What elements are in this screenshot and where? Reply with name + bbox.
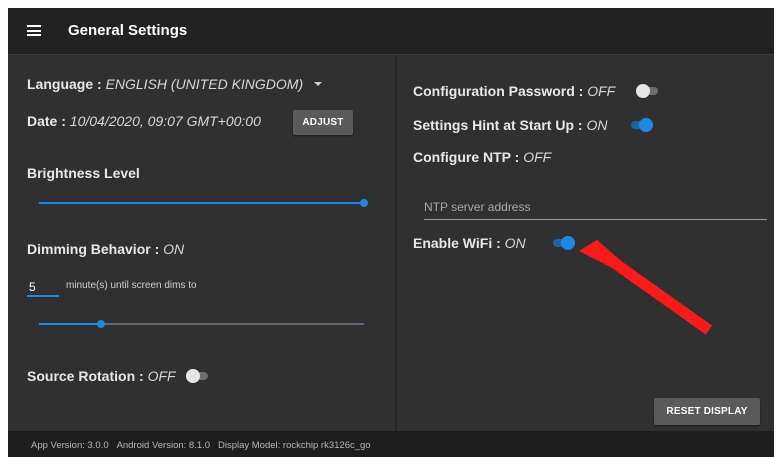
- enable-wifi-label: Enable WiFi :: [413, 235, 505, 251]
- config-password-setting: Configuration Password : OFF: [413, 83, 615, 99]
- toggle-knob: [561, 236, 575, 250]
- source-rotation-setting: Source Rotation : OFF: [27, 368, 176, 384]
- brightness-slider-thumb[interactable]: [360, 199, 368, 207]
- brightness-slider[interactable]: [39, 199, 368, 207]
- settings-hint-toggle[interactable]: [631, 118, 653, 132]
- settings-screen: General Settings Language : ENGLISH (UNI…: [8, 8, 774, 457]
- top-app-bar: General Settings: [8, 8, 774, 55]
- enable-wifi-setting: Enable WiFi : ON: [413, 235, 526, 251]
- source-rotation-toggle[interactable]: [186, 369, 208, 383]
- ntp-server-input[interactable]: NTP server address: [424, 197, 767, 220]
- dim-minutes-input[interactable]: 5: [27, 279, 59, 297]
- display-model: Display Model: rockchip rk3126c_go: [217, 440, 371, 451]
- source-rotation-label: Source Rotation :: [27, 368, 148, 384]
- dim-level-slider-fill: [39, 323, 101, 325]
- app-version: App Version: 3.0.0: [31, 440, 109, 451]
- brightness-slider-fill: [39, 202, 364, 204]
- ntp-server-placeholder: NTP server address: [424, 200, 531, 214]
- version-info: App Version: 3.0.0 Android Version: 8.1.…: [31, 440, 371, 451]
- source-rotation-value: OFF: [147, 368, 176, 384]
- left-settings-panel: Language : ENGLISH (UNITED KINGDOM) Date…: [8, 55, 395, 431]
- toggle-knob: [639, 118, 653, 132]
- enable-wifi-value: ON: [504, 235, 526, 251]
- config-password-toggle[interactable]: [636, 84, 658, 98]
- configure-ntp-setting[interactable]: Configure NTP : OFF: [413, 149, 551, 165]
- android-version: Android Version: 8.1.0: [116, 440, 211, 451]
- arrow-shaft: [609, 257, 713, 335]
- date-label: Date :: [27, 113, 70, 129]
- adjust-date-button[interactable]: ADJUST: [293, 110, 353, 135]
- language-dropdown-icon[interactable]: [314, 82, 322, 86]
- configure-ntp-value: OFF: [523, 149, 552, 165]
- dimming-setting: Dimming Behavior : ON: [27, 241, 184, 257]
- language-label: Language :: [27, 76, 106, 92]
- settings-hint-label: Settings Hint at Start Up :: [413, 117, 587, 133]
- config-password-label: Configuration Password :: [413, 83, 588, 99]
- settings-hint-setting: Settings Hint at Start Up : ON: [413, 117, 607, 133]
- reset-display-button[interactable]: RESET DISPLAY: [654, 398, 760, 425]
- toggle-knob: [186, 369, 200, 383]
- enable-wifi-toggle[interactable]: [553, 236, 575, 250]
- status-footer: App Version: 3.0.0 Android Version: 8.1.…: [8, 431, 774, 457]
- dim-minutes-text: minute(s) until screen dims to: [66, 280, 197, 291]
- dim-level-slider-thumb[interactable]: [96, 320, 105, 328]
- date-value: 10/04/2020, 09:07 GMT+00:00: [69, 113, 261, 129]
- hamburger-menu-icon[interactable]: [27, 25, 41, 36]
- red-arrow-annotation: [579, 240, 713, 335]
- date-setting: Date : 10/04/2020, 09:07 GMT+00:00: [27, 113, 261, 129]
- brightness-label: Brightness Level: [27, 165, 140, 181]
- settings-hint-value: ON: [586, 117, 608, 133]
- configure-ntp-label: Configure NTP :: [413, 149, 524, 165]
- language-setting[interactable]: Language : ENGLISH (UNITED KINGDOM): [27, 76, 303, 92]
- language-value: ENGLISH (UNITED KINGDOM): [105, 76, 304, 92]
- dim-level-slider[interactable]: [39, 320, 364, 328]
- toggle-knob: [636, 84, 650, 98]
- dimming-label: Dimming Behavior :: [27, 241, 164, 257]
- dimming-value: ON: [163, 241, 185, 257]
- page-title: General Settings: [68, 22, 188, 39]
- config-password-value: OFF: [587, 83, 616, 99]
